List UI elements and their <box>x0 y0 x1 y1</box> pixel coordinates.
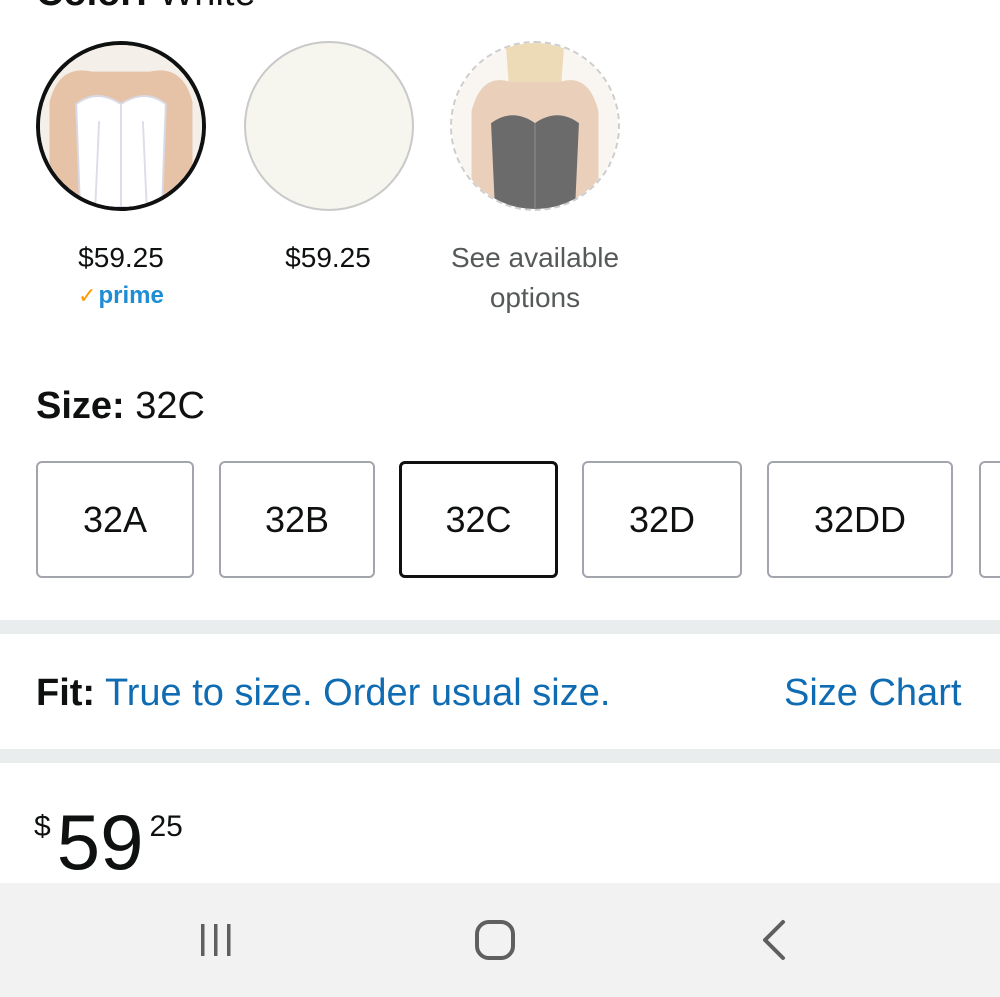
prime-check-icon: ✓ <box>78 283 97 308</box>
price-symbol: $ <box>34 810 51 843</box>
section-divider <box>0 749 1000 763</box>
color-swatch-white[interactable] <box>36 41 206 211</box>
size-header: Size: 32C <box>36 384 205 428</box>
prime-label: prime <box>98 282 164 309</box>
section-divider <box>0 620 1000 634</box>
size-option-32dd[interactable]: 32DD <box>767 461 953 578</box>
swatch-image-white <box>40 45 202 207</box>
back-icon[interactable] <box>735 903 815 977</box>
fit-recommendation-link[interactable]: True to size. Order usual size. <box>105 672 610 714</box>
prime-badge: ✓ prime <box>78 282 164 310</box>
size-option-32a[interactable]: 32A <box>36 461 194 578</box>
size-option-next[interactable] <box>979 461 1000 578</box>
home-icon[interactable] <box>455 903 535 977</box>
color-value: White <box>158 0 255 14</box>
recent-apps-icon[interactable] <box>176 903 256 977</box>
color-swatch-ivory[interactable] <box>244 41 414 211</box>
color-label: Color: <box>36 0 148 14</box>
fit-row: Fit: True to size. Order usual size. <box>36 668 610 718</box>
swatch-price-2: $59.25 <box>285 242 371 273</box>
price-whole: 59 <box>56 798 144 886</box>
size-chart-link[interactable]: Size Chart <box>784 668 961 718</box>
size-label: Size: <box>36 385 125 427</box>
size-option-32c[interactable]: 32C <box>399 461 558 578</box>
size-value: 32C <box>135 385 205 427</box>
size-option-32d[interactable]: 32D <box>582 461 742 578</box>
color-header: Color: White <box>36 0 256 12</box>
swatch-availability-3: See available options <box>450 242 620 313</box>
system-navigation-bar <box>0 883 1000 997</box>
product-price: $ 59 25 <box>34 800 183 884</box>
price-fraction: 25 <box>149 810 183 843</box>
fit-label: Fit: <box>36 672 96 714</box>
swatch-image-black <box>452 43 618 209</box>
swatch-price-1: $59.25 <box>78 242 164 273</box>
size-option-32b[interactable]: 32B <box>219 461 375 578</box>
color-swatch-black[interactable] <box>450 41 620 211</box>
